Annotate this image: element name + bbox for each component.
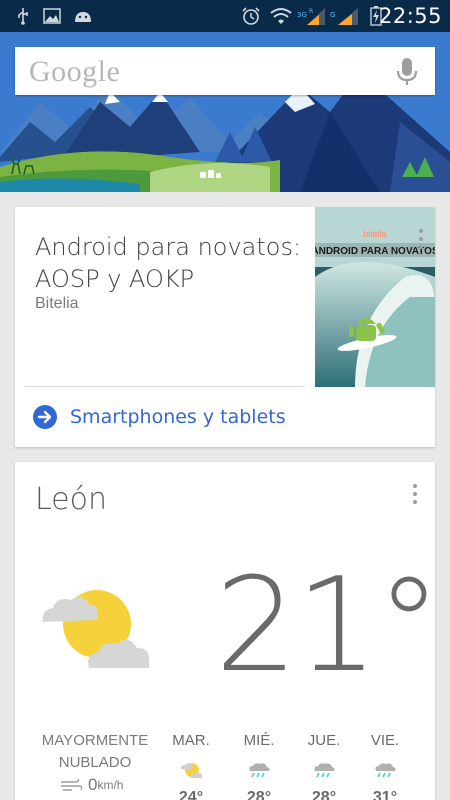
status-clock: 22:55 [378, 4, 442, 28]
svg-text:R: R [309, 8, 313, 15]
alarm-icon [240, 6, 262, 26]
android-icon [72, 6, 94, 26]
condition-line-1: MAYORMENTE [41, 732, 149, 749]
topic-link[interactable]: Smartphones y tablets [33, 402, 286, 432]
weather-condition: MAYORMENTE NUBLADO [25, 730, 165, 774]
forecast-temp: 31° [372, 789, 398, 800]
weather-card[interactable]: León 21° MAYORMENTE NUBLADO 0 km/h MAR. … [15, 462, 441, 800]
svg-text:G: G [330, 11, 335, 19]
forecast-day-label: MAR. [172, 732, 210, 749]
condition-line-2: NUBLADO [58, 754, 132, 771]
status-bar: 3G R G 22:55 [0, 0, 450, 32]
signal-3g-icon: 3G R [297, 6, 327, 26]
topic-label: Smartphones y tablets [70, 406, 286, 428]
weather-city: León [35, 482, 108, 517]
partly-cloudy-icon [181, 763, 203, 778]
usb-icon [14, 6, 32, 26]
forecast-day-label: JUE. [307, 732, 341, 749]
mic-icon[interactable] [395, 57, 419, 87]
forecast-day: MIÉ. 28° [229, 732, 289, 800]
thumbnail-brand: bitelia [363, 229, 387, 239]
google-logo: Google [29, 55, 121, 88]
signal-g-icon: G [330, 6, 360, 26]
news-overflow-menu-icon[interactable] [413, 229, 429, 249]
forecast-day-label: MIÉ. [243, 732, 275, 749]
search-bar[interactable]: Google [15, 47, 435, 95]
wind-info: 0 km/h [60, 775, 123, 795]
weather-overflow-menu-icon[interactable] [407, 484, 423, 504]
divider [25, 386, 305, 387]
current-temperature: 21° [215, 549, 441, 701]
wind-speed: 0 [88, 775, 98, 794]
rain-icon [249, 763, 270, 778]
news-source: Bitelia [35, 295, 79, 312]
forecast-day-label: VIE. [370, 732, 400, 749]
forecast-temp: 24° [178, 789, 204, 800]
wind-unit: km/h [97, 778, 124, 792]
google-now-header: Google [0, 32, 450, 192]
svg-text:3G: 3G [297, 11, 307, 19]
forecast-temp: 28° [246, 789, 272, 800]
forecast-day: VIE. 31° [355, 732, 415, 800]
forecast-day: MAR. 24° [161, 732, 221, 800]
wind-icon [61, 778, 82, 791]
image-icon [42, 6, 62, 26]
forecast-day: JUE. 28° [294, 732, 354, 800]
arrow-circle-icon [33, 405, 57, 429]
forecast-temp: 28° [311, 789, 337, 800]
rain-icon [375, 763, 396, 778]
news-title[interactable]: Android para novatos: AOSP y AOKP [35, 231, 305, 295]
partly-cloudy-icon [42, 590, 150, 668]
wifi-icon [268, 6, 294, 26]
news-card[interactable]: Android para novatos: AOSP y AOKP Biteli… [15, 207, 435, 447]
rain-icon [314, 763, 335, 778]
news-thumbnail[interactable]: bitelia ANDROID PARA NOVATOS [315, 207, 435, 387]
